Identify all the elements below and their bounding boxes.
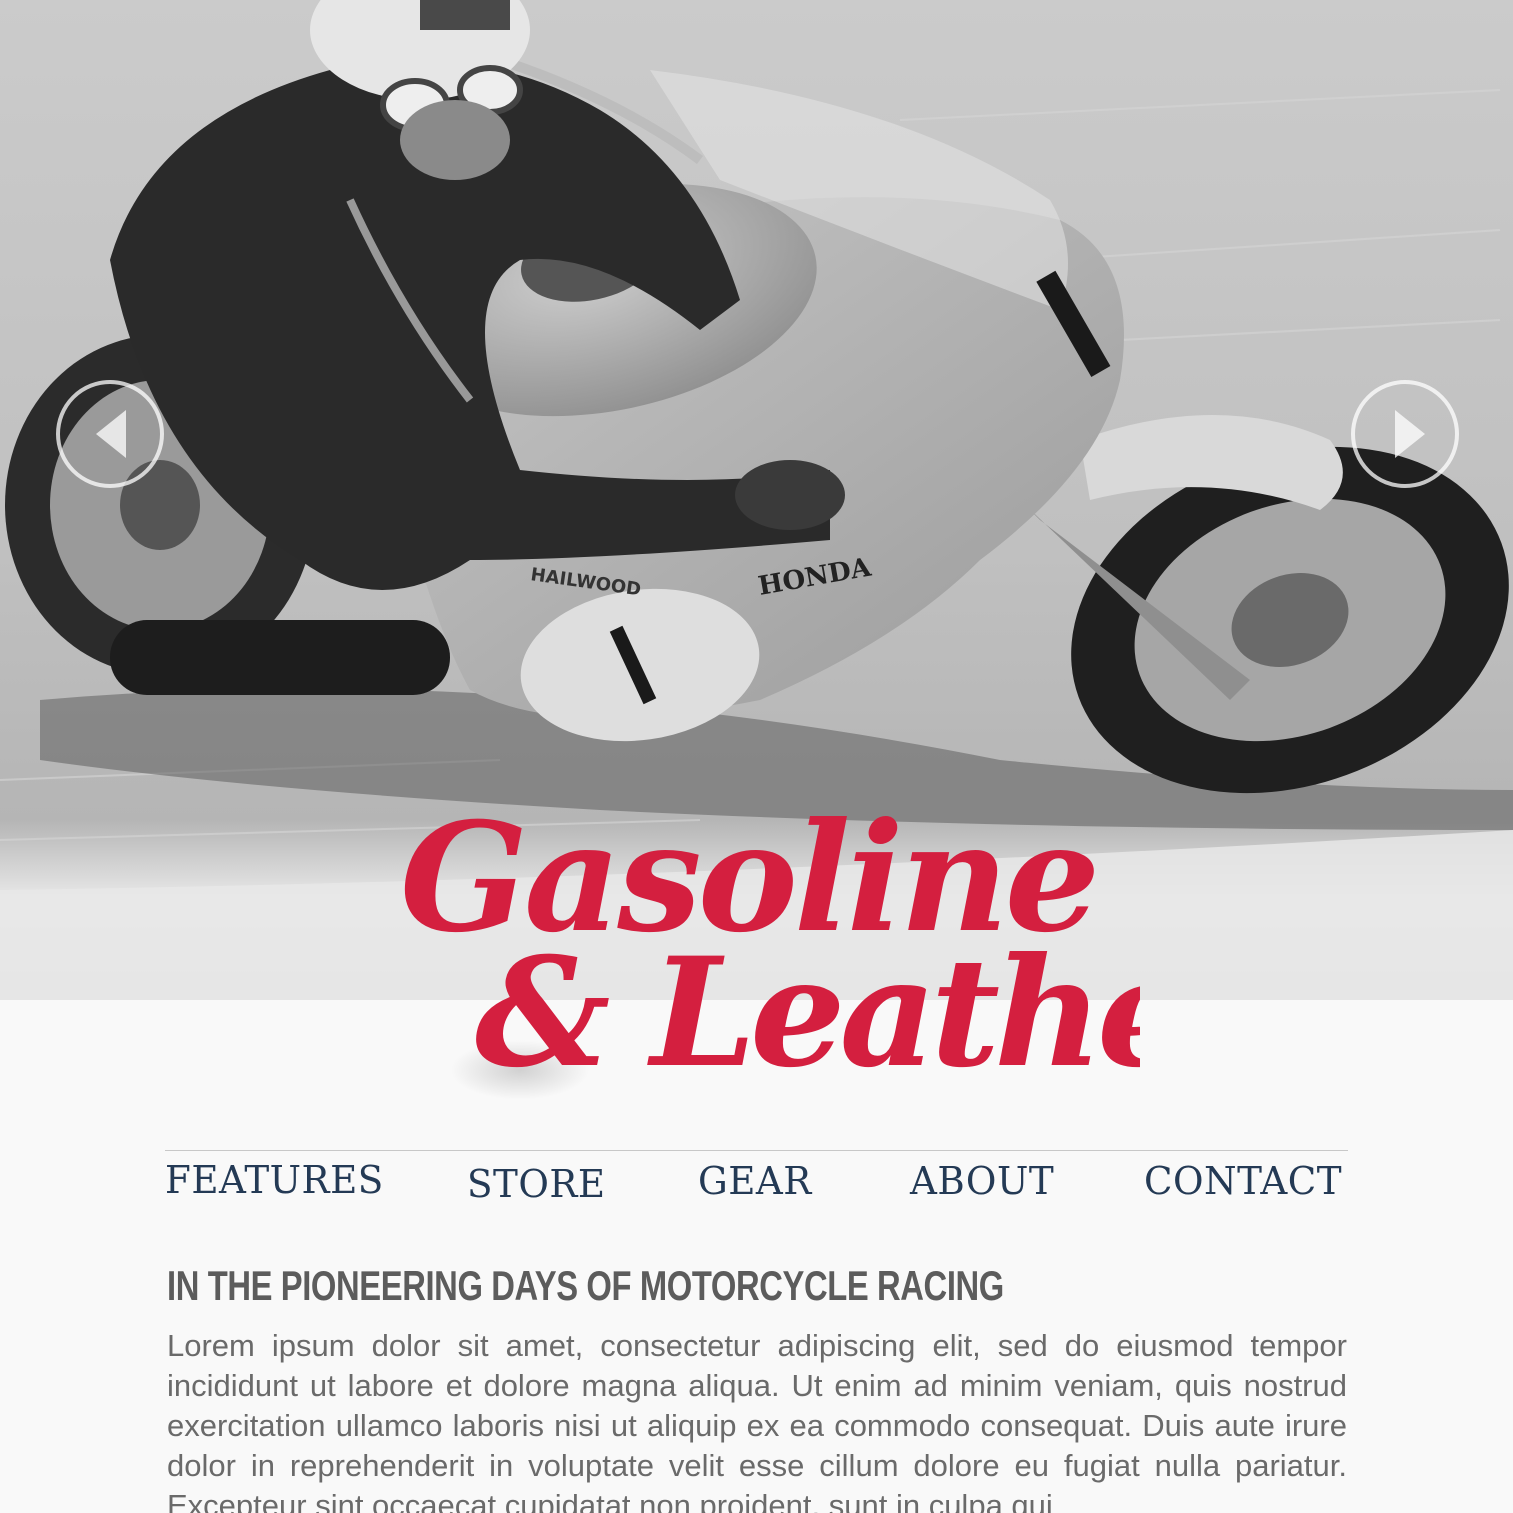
slider-next-button[interactable] <box>1351 380 1459 488</box>
chevron-left-icon <box>96 410 126 458</box>
article-body: Lorem ipsum dolor sit amet, consectetur … <box>167 1328 1347 1513</box>
logo-line-2: & Leather <box>475 925 1140 1101</box>
main-nav: FEATURES STORE GEAR ABOUT CONTACT <box>165 1150 1348 1220</box>
nav-item-contact[interactable]: CONTACT <box>1144 1159 1342 1203</box>
article-headline: IN THE PIONEERING DAYS OF MOTORCYCLE RAC… <box>167 1262 1004 1309</box>
page: HAILWOOD HONDA Gasoline & Leather FEATUR… <box>0 0 1513 1513</box>
chevron-right-icon <box>1395 410 1425 458</box>
slider-prev-button[interactable] <box>56 380 164 488</box>
nav-item-store[interactable]: STORE <box>467 1162 606 1206</box>
nav-item-features[interactable]: FEATURES <box>165 1158 384 1202</box>
brand-logo[interactable]: Gasoline & Leather <box>380 760 1140 1120</box>
nav-item-about[interactable]: ABOUT <box>910 1159 1054 1203</box>
nav-item-gear[interactable]: GEAR <box>698 1159 812 1203</box>
